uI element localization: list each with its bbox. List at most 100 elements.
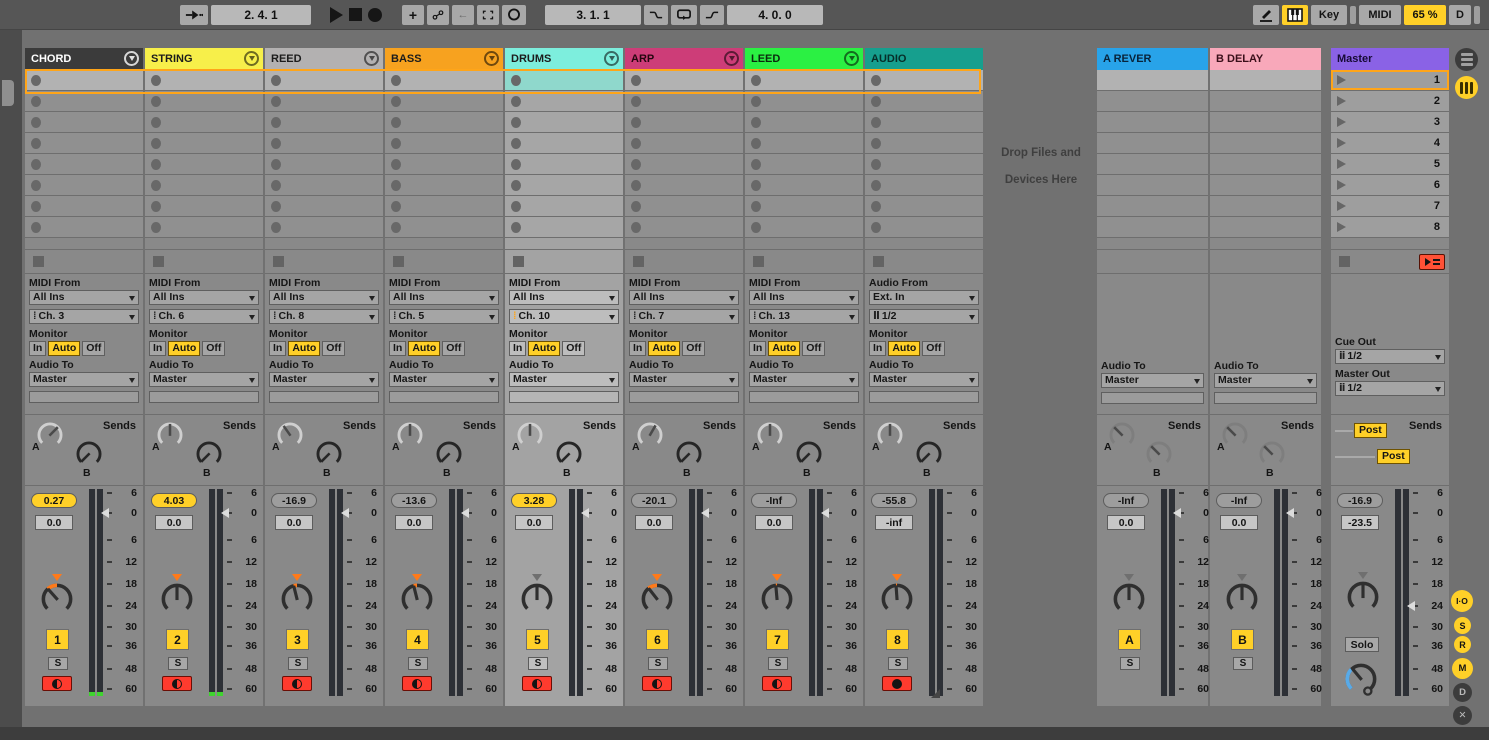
io-section-toggle[interactable]: I·O: [1451, 590, 1473, 612]
clip-slot[interactable]: [1097, 217, 1208, 238]
clip-slot[interactable]: [265, 175, 383, 196]
track-menu-button[interactable]: [484, 51, 499, 66]
solo-button[interactable]: S: [528, 657, 548, 670]
output-dropdown[interactable]: Master: [29, 372, 139, 387]
clip-slot[interactable]: [265, 70, 383, 91]
clip-slot[interactable]: [25, 133, 143, 154]
clip-slot[interactable]: [385, 112, 503, 133]
track-activator-button[interactable]: 3: [286, 629, 309, 650]
pan-knob[interactable]: [876, 578, 918, 625]
clip-slot[interactable]: [1210, 217, 1321, 238]
clip-slot[interactable]: [25, 91, 143, 112]
reenable-automation-button[interactable]: ←: [452, 5, 474, 25]
clip-slot[interactable]: [745, 133, 863, 154]
clip-slot[interactable]: [745, 175, 863, 196]
output-dropdown[interactable]: Master: [1101, 373, 1204, 388]
fixed-length-button[interactable]: [477, 5, 499, 25]
loop-start-display[interactable]: 3. 1. 1: [545, 5, 641, 25]
clip-slot[interactable]: [145, 175, 263, 196]
clip-slot[interactable]: [505, 70, 623, 91]
clip-slot[interactable]: [385, 196, 503, 217]
send-b-post-toggle[interactable]: Post: [1377, 449, 1410, 464]
track-stop-button[interactable]: [873, 256, 884, 267]
track-header[interactable]: AUDIO: [865, 48, 983, 70]
track-header[interactable]: ARP: [625, 48, 743, 70]
output-dropdown[interactable]: Master: [149, 372, 259, 387]
monitor-off-button[interactable]: Off: [922, 341, 945, 356]
output-dropdown[interactable]: Master: [1214, 373, 1317, 388]
volume-display[interactable]: 0.0: [755, 515, 793, 530]
track-activator-button[interactable]: 1: [46, 629, 69, 650]
track-stop-button[interactable]: [753, 256, 764, 267]
clip-slot[interactable]: [385, 70, 503, 91]
clip-slot[interactable]: [745, 154, 863, 175]
track-activator-button[interactable]: 4: [406, 629, 429, 650]
mixer-section-toggle[interactable]: M: [1452, 658, 1473, 679]
arm-button[interactable]: [402, 676, 432, 691]
input-channel-dropdown[interactable]: Ⅱ1/2: [869, 309, 979, 324]
returns-section-toggle[interactable]: R: [1454, 636, 1471, 653]
output-dropdown[interactable]: Master: [509, 372, 619, 387]
pan-knob[interactable]: [36, 578, 78, 625]
crossfader-toggle[interactable]: ✕: [1453, 706, 1472, 725]
clip-slot[interactable]: [25, 154, 143, 175]
monitor-in-button[interactable]: In: [869, 341, 886, 356]
capture-midi-button[interactable]: [427, 5, 449, 25]
clip-slot[interactable]: [745, 70, 863, 91]
scene-slot[interactable]: 1: [1331, 70, 1449, 91]
input-device-dropdown[interactable]: All Ins: [749, 290, 859, 305]
input-device-dropdown[interactable]: All Ins: [29, 290, 139, 305]
output-dropdown[interactable]: Master: [389, 372, 499, 387]
solo-button[interactable]: Solo: [1345, 637, 1379, 652]
clip-slot[interactable]: [265, 133, 383, 154]
clip-slot[interactable]: [865, 154, 983, 175]
key-map-button[interactable]: Key: [1311, 5, 1347, 25]
input-device-dropdown[interactable]: All Ins: [389, 290, 499, 305]
volume-display[interactable]: 0.0: [1220, 515, 1258, 530]
track-menu-button[interactable]: [724, 51, 739, 66]
monitor-in-button[interactable]: In: [629, 341, 646, 356]
scene-slot[interactable]: 2: [1331, 91, 1449, 112]
clip-slot[interactable]: [265, 217, 383, 238]
peak-level-display[interactable]: -Inf: [751, 493, 797, 508]
volume-display[interactable]: 0.0: [515, 515, 553, 530]
arm-button[interactable]: [522, 676, 552, 691]
pan-knob[interactable]: [1342, 576, 1384, 623]
solo-button[interactable]: S: [48, 657, 68, 670]
clip-slot[interactable]: [145, 133, 263, 154]
monitor-in-button[interactable]: In: [389, 341, 406, 356]
track-header[interactable]: BASS: [385, 48, 503, 70]
pan-knob[interactable]: [1221, 578, 1263, 625]
peak-level-display[interactable]: -16.9: [1337, 493, 1383, 508]
monitor-off-button[interactable]: Off: [682, 341, 705, 356]
clip-slot[interactable]: [385, 133, 503, 154]
solo-button[interactable]: S: [768, 657, 788, 670]
monitor-auto-button[interactable]: Auto: [888, 341, 920, 356]
clip-slot[interactable]: [1210, 175, 1321, 196]
clip-slot[interactable]: [865, 133, 983, 154]
monitor-in-button[interactable]: In: [29, 341, 46, 356]
monitor-in-button[interactable]: In: [149, 341, 166, 356]
clip-slot[interactable]: [745, 217, 863, 238]
monitor-in-button[interactable]: In: [749, 341, 766, 356]
stop-all-clips-button[interactable]: [1419, 254, 1445, 270]
track-activator-button[interactable]: 5: [526, 629, 549, 650]
clip-slot[interactable]: [1210, 112, 1321, 133]
clip-slot[interactable]: [505, 217, 623, 238]
track-header[interactable]: DRUMS: [505, 48, 623, 70]
clip-slot[interactable]: [625, 91, 743, 112]
track-stop-button[interactable]: [33, 256, 44, 267]
clip-slot[interactable]: [505, 154, 623, 175]
output-dropdown[interactable]: Master: [269, 372, 379, 387]
track-activator-button[interactable]: 8: [886, 629, 909, 650]
clip-slot[interactable]: [265, 112, 383, 133]
track-header[interactable]: CHORD: [25, 48, 143, 70]
clip-slot[interactable]: [25, 217, 143, 238]
disk-overload-indicator[interactable]: D: [1449, 5, 1471, 25]
input-channel-dropdown[interactable]: ⁞Ch. 7: [629, 309, 739, 324]
clip-slot[interactable]: [865, 91, 983, 112]
clip-slot[interactable]: [145, 91, 263, 112]
midi-map-button[interactable]: MIDI: [1359, 5, 1401, 25]
clip-slot[interactable]: [1210, 133, 1321, 154]
clip-slot[interactable]: [505, 112, 623, 133]
